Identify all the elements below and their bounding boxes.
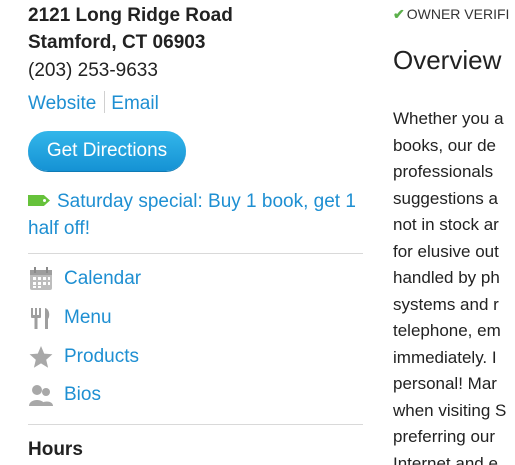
star-icon (29, 346, 53, 368)
address-line1: 2121 Long Ridge Road (28, 5, 233, 26)
nav-label-menu: Menu (64, 307, 112, 328)
nav-label-products: Products (64, 346, 139, 367)
overview-line: books, our de (393, 135, 497, 155)
nav-label-calendar: Calendar (64, 268, 142, 289)
business-info-column: 2121 Long Ridge Road Stamford, CT 06903 … (28, 0, 363, 460)
overview-body: Whether you a books, our de professional… (393, 106, 506, 465)
nav-item-products[interactable]: Products (28, 342, 228, 372)
owner-verified-badge: ✔ OWNER VERIFI (393, 6, 509, 23)
fork-knife-icon (31, 308, 50, 329)
overview-line: handled by ph (393, 268, 500, 287)
overview-line: Whether you a (393, 109, 504, 128)
phone-number: (203) 253-9633 (28, 60, 158, 81)
overview-line: systems and r (393, 294, 499, 314)
special-offer-text: Saturday special: Buy 1 book, get 1 half… (28, 191, 356, 239)
get-directions-button[interactable]: Get Directions (28, 131, 186, 171)
nav-item-bios[interactable]: Bios (28, 380, 228, 410)
overview-line: when visiting S (393, 400, 507, 420)
nav-item-calendar[interactable]: Calendar (28, 264, 228, 294)
email-link[interactable]: Email (111, 93, 159, 114)
overview-column: ✔ OWNER VERIFI Overview Whether you a boo… (393, 0, 515, 465)
hours-heading: Hours (28, 439, 83, 460)
website-link[interactable]: Website (28, 93, 96, 114)
overview-line: not in stock ar (393, 215, 499, 234)
overview-heading: Overview (393, 45, 502, 75)
overview-line: immediately. I (393, 347, 497, 367)
overview-line: professionals (393, 162, 494, 181)
tag-icon (28, 195, 50, 206)
overview-line: suggestions a (393, 188, 498, 208)
overview-line: for elusive out (393, 241, 499, 261)
contact-links: Website Email (28, 91, 363, 116)
people-icon (29, 385, 53, 406)
nav-label-bios: Bios (64, 384, 101, 405)
link-separator (104, 91, 106, 113)
divider (28, 253, 363, 254)
nav-item-menu[interactable]: Menu (28, 303, 228, 333)
verified-label: OWNER VERIFI (406, 6, 510, 22)
overview-line: telephone, em (393, 321, 501, 340)
divider (28, 424, 363, 425)
overview-line: personal! Mar (393, 374, 497, 393)
check-icon: ✔ (393, 6, 405, 22)
overview-line: preferring our (393, 427, 496, 446)
overview-line: Internet and e (393, 453, 498, 465)
special-offer-link[interactable]: Saturday special: Buy 1 book, get 1 half… (28, 188, 363, 242)
address-line2: Stamford, CT 06903 (28, 32, 206, 53)
calendar-icon (30, 267, 52, 290)
